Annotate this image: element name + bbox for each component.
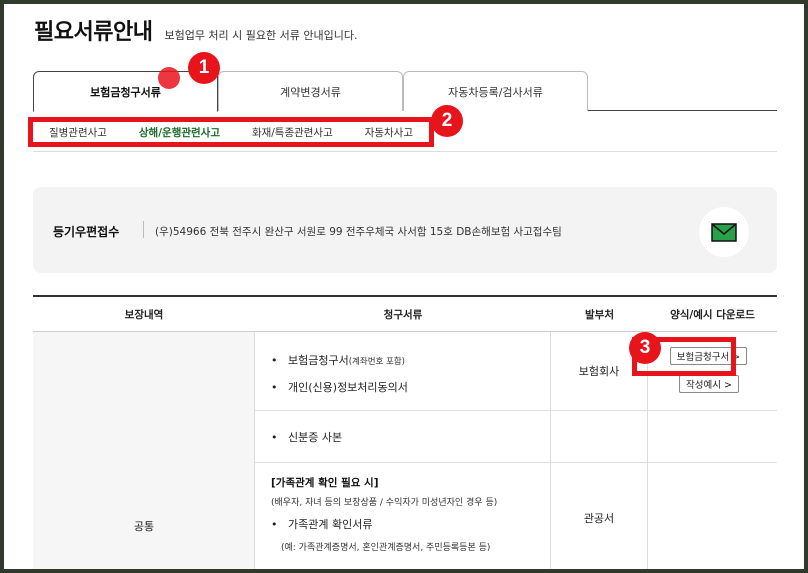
list-item: 가족관계 확인서류 [271,516,372,532]
subtab-disease[interactable]: 질병관련사고 [49,125,107,140]
documents-cell: 신분증 사본 [255,411,551,462]
tab-vehicle-registration-docs[interactable]: 자동차등록/검사서류 [403,71,588,111]
tab-contract-change-docs[interactable]: 계약변경서류 [218,71,403,111]
download-cell [648,463,777,569]
table-row: [가족관계 확인 필요 시] (배우자, 자녀 등의 보장상품 / 수익자가 미… [255,463,777,569]
documents-cell: [가족관계 확인 필요 시] (배우자, 자녀 등의 보장상품 / 수익자가 미… [255,463,551,569]
page-frame: 필요서류안내 보험업무 처리 시 필요한 서류 안내입니다. 보험금청구서류 계… [4,4,804,569]
subtab-injury[interactable]: 상해/운행관련사고 [139,125,220,140]
download-cell [648,411,777,462]
highlight-dot [158,67,180,89]
family-doc-examples: (예: 가족관계증명서, 혼인관계증명서, 주민등록등본 등) [281,543,491,553]
column-header-issuer: 발부처 [585,308,614,321]
envelope-icon [699,207,749,257]
table-row: 신분증 사본 [255,411,777,463]
column-header-download: 양식/예시 다운로드 [670,308,755,321]
tab-bar: 보험금청구서류 계약변경서류 자동차등록/검사서류 [33,71,777,112]
page-title: 필요서류안내 [34,20,153,45]
marker-badge-1: 1 [188,52,220,84]
subtab-fire[interactable]: 화재/특종관련사고 [252,125,333,140]
mail-label: 등기우편접수 [53,225,120,239]
divider [143,221,144,238]
family-check-note: (배우자, 자녀 등의 보장상품 / 수익자가 미성년자인 경우 등) [271,498,498,508]
list-item: 보험금청구서(계좌번호 포함) [271,352,405,368]
coverage-label: 공통 [133,520,155,533]
issuer-cell [551,411,648,462]
column-header-coverage: 보장내역 [124,308,164,321]
list-item: 신분증 사본 [271,429,342,445]
marker-badge-3: 3 [629,332,661,364]
subtab-car-accident[interactable]: 자동차사고 [365,125,413,140]
registered-mail-box: 등기우편접수 (우)54966 전북 전주시 완산구 서원로 99 전주우체국 … [33,187,777,273]
family-check-title: [가족관계 확인 필요 시] [271,477,379,489]
coverage-cell: 공통 [33,332,255,569]
issuer-cell: 관공서 [551,463,648,569]
page-header: 필요서류안내 보험업무 처리 시 필요한 서류 안내입니다. [34,14,357,46]
mail-address: (우)54966 전북 전주시 완산구 서원로 99 전주우체국 사서함 15호… [155,226,562,238]
column-header-documents: 청구서류 [383,308,423,321]
list-item: 개인(신용)정보처리동의서 [271,379,408,395]
page-subtitle: 보험업무 처리 시 필요한 서류 안내입니다. [164,29,358,42]
example-download-button[interactable]: 작성예시 > [679,375,739,393]
subtab-bar: 질병관련사고 상해/운행관련사고 화재/특종관련사고 자동차사고 [28,117,434,147]
divider [33,151,777,152]
table-header: 보장내역 청구서류 발부처 양식/예시 다운로드 [33,297,777,332]
marker-badge-2: 2 [431,105,463,137]
documents-cell: 보험금청구서(계좌번호 포함) 개인(신용)정보처리동의서 [255,332,551,410]
